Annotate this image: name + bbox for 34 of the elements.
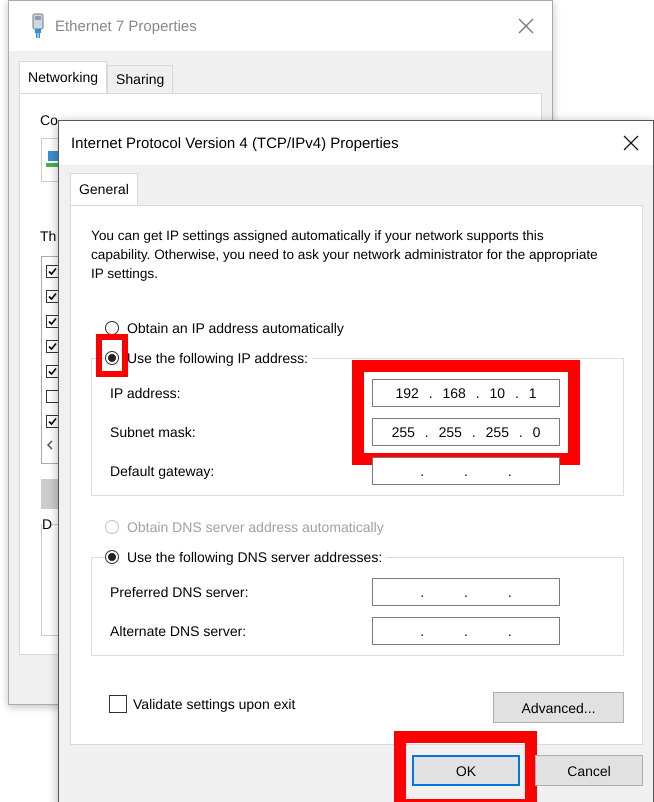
checkbox-label: Validate settings upon exit [133,696,296,712]
group-label: D [42,516,52,532]
radio-button[interactable] [105,321,119,335]
advanced-button[interactable]: Advanced... [493,692,624,723]
checkbox[interactable] [109,694,127,712]
close-icon[interactable] [623,135,639,151]
tab[interactable]: Networking [19,61,108,93]
radio-button[interactable] [105,351,119,365]
ip-address-field[interactable]: 255 . 255 . 255 . 0 [372,418,560,446]
scroll-left-icon[interactable] [46,440,54,450]
field-label: Subnet mask: [110,424,196,440]
field-label: IP address: [110,385,181,401]
tab[interactable]: General [70,173,138,205]
field-label: Default gateway: [110,463,214,479]
ethernet-plug-icon [31,13,45,39]
radio-button[interactable] [105,550,119,564]
radio-label: Obtain DNS server address automatically [127,519,384,535]
components-label: Th [40,228,56,244]
window-title: Internet Protocol Version 4 (TCP/IPv4) Properties [71,134,400,152]
radio-label: Use the following DNS server addresses: [127,549,382,565]
connect-label: Co [40,112,58,128]
radio-label: Use the following IP address: [127,350,308,366]
intro-text: You can get IP settings assigned automatically if your network supports this capability. Otherwise, you need to ask your network administrator for the appropriate IP settings. [91,227,599,283]
ip-address-field[interactable]: . . . [372,578,560,606]
tab[interactable]: Sharing [107,65,174,93]
dialog-button[interactable]: Cancel [535,755,643,786]
radio-label: Obtain an IP address automatically [127,320,344,336]
window-title: Ethernet 7 Properties [55,18,198,34]
ip-address-field[interactable]: . . . [372,617,560,645]
dialog-button[interactable]: OK [412,755,520,786]
field-label: Preferred DNS server: [110,584,248,600]
field-label: Alternate DNS server: [110,623,246,639]
ip-address-field[interactable]: 192 . 168 . 10 . 1 [372,379,560,407]
ip-address-field[interactable]: . . . [372,457,560,485]
